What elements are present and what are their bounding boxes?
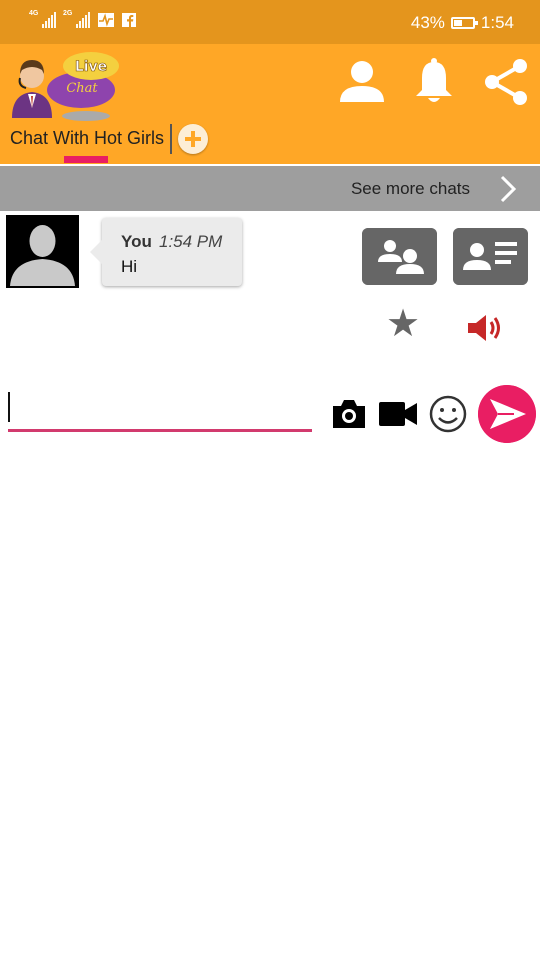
message-input[interactable] bbox=[8, 386, 312, 426]
video-camera-icon[interactable] bbox=[378, 394, 418, 434]
status-left: 4G 2G bbox=[29, 10, 136, 28]
message-sender: You bbox=[121, 232, 152, 251]
tab-chat-with-hot-girls[interactable]: Chat With Hot Girls bbox=[10, 128, 164, 149]
group-chat-button[interactable] bbox=[362, 228, 437, 285]
message-bubble[interactable]: You 1:54 PM Hi bbox=[90, 218, 242, 286]
text-caret bbox=[8, 392, 10, 422]
see-more-chats-bar[interactable]: See more chats bbox=[0, 166, 540, 211]
activity-icon bbox=[98, 13, 114, 27]
status-bar: 4G 2G 43% 1:54 bbox=[0, 0, 540, 44]
status-right: 43% 1:54 bbox=[411, 13, 514, 33]
bell-icon[interactable] bbox=[408, 56, 460, 108]
star-icon[interactable]: ★ bbox=[386, 305, 420, 343]
emoji-icon[interactable] bbox=[428, 394, 468, 434]
battery-icon bbox=[450, 17, 478, 29]
clock: 1:54 bbox=[480, 13, 514, 32]
contact-card-button[interactable] bbox=[453, 228, 528, 285]
see-more-chats-label: See more chats bbox=[350, 179, 470, 198]
share-icon[interactable] bbox=[480, 56, 532, 108]
battery-percent: 43% bbox=[410, 13, 445, 32]
signal-4g-icon: 4G bbox=[29, 10, 56, 28]
message-input-wrap bbox=[8, 386, 312, 432]
message-time: 1:54 PM bbox=[159, 232, 223, 251]
svg-text:Live: Live bbox=[75, 59, 107, 75]
svg-text:Chat: Chat bbox=[66, 81, 98, 96]
signal-2g-icon: 2G bbox=[63, 10, 90, 28]
live-chat-logo[interactable]: Live Chat bbox=[6, 48, 124, 123]
avatar[interactable] bbox=[6, 215, 79, 288]
send-button[interactable] bbox=[478, 385, 536, 443]
tab-indicator bbox=[64, 156, 108, 163]
chevron-right-icon bbox=[500, 175, 517, 203]
app-bar: Live Chat Chat With Hot Girls bbox=[0, 44, 540, 164]
tab-divider bbox=[170, 124, 172, 154]
facebook-icon bbox=[122, 13, 136, 27]
profile-icon[interactable] bbox=[336, 56, 388, 108]
add-tab-button[interactable] bbox=[178, 124, 208, 154]
speaker-icon[interactable] bbox=[466, 311, 506, 345]
message-text: Hi bbox=[121, 257, 138, 276]
battery-fill bbox=[453, 20, 462, 26]
camera-icon[interactable] bbox=[329, 394, 369, 434]
input-underline bbox=[8, 429, 312, 432]
